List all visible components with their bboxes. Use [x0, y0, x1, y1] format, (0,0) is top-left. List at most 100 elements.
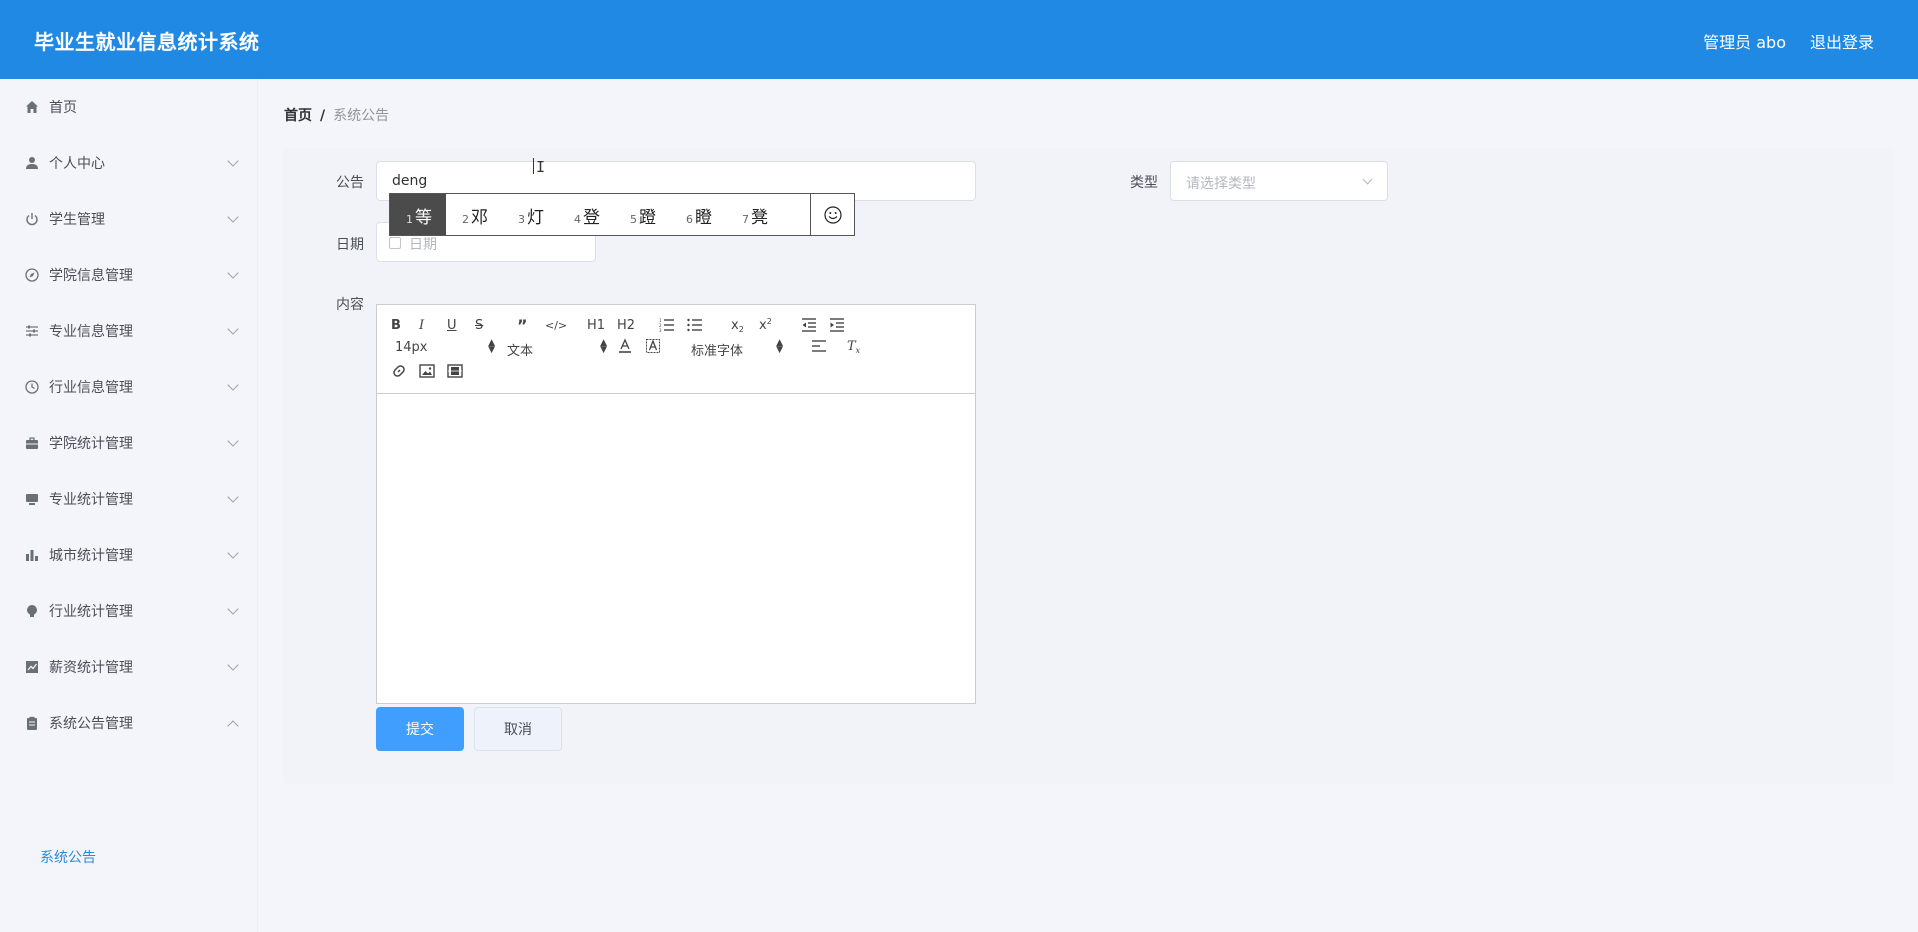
ime-candidate[interactable]: 5蹬	[614, 194, 670, 235]
calendar-icon	[389, 237, 401, 249]
text-color-icon[interactable]	[617, 336, 633, 356]
header-1-icon[interactable]: H1	[587, 315, 605, 335]
bulb-icon	[24, 603, 40, 619]
sidebar-item-label: 薪资统计管理	[49, 660, 133, 676]
ime-candidate[interactable]: 7凳	[726, 194, 782, 235]
clear-format-icon[interactable]: Tx	[847, 336, 860, 356]
sidebar-item-industry-info[interactable]: 行业信息管理	[0, 359, 258, 415]
text-caret	[533, 158, 534, 174]
sidebar-item-label: 行业统计管理	[49, 604, 133, 620]
sidebar-item-major-stats[interactable]: 专业统计管理	[0, 471, 258, 527]
clock-icon	[24, 379, 40, 395]
bar-chart-icon	[24, 547, 40, 563]
bullet-list-icon[interactable]	[687, 315, 703, 335]
emoji-icon[interactable]	[810, 194, 854, 235]
indent-icon[interactable]	[829, 315, 845, 335]
breadcrumb-separator: /	[320, 108, 326, 124]
sidebar-item-college-stats[interactable]: 学院统计管理	[0, 415, 258, 471]
logout-link[interactable]: 退出登录	[1810, 29, 1874, 53]
ime-candidate-window: 1等 2邓 3灯 4登 5蹬 6瞪 7凳	[389, 193, 855, 236]
ordered-list-icon[interactable]: 123	[659, 315, 675, 335]
link-icon[interactable]	[391, 361, 407, 381]
svg-text:3: 3	[659, 328, 662, 332]
updown-icon: ▲ ▼	[488, 338, 495, 355]
type-select[interactable]: 请选择类型	[1170, 161, 1388, 201]
sidebar-item-students[interactable]: 学生管理	[0, 191, 258, 247]
date-placeholder: 日期	[409, 237, 437, 253]
chevron-down-icon	[227, 155, 239, 167]
ime-candidate[interactable]: 3灯	[502, 194, 558, 235]
background-color-icon[interactable]	[645, 336, 661, 356]
bold-icon[interactable]: B	[391, 315, 401, 335]
chevron-down-icon	[227, 435, 239, 447]
ime-candidate[interactable]: 4登	[558, 194, 614, 235]
breadcrumb-current: 系统公告	[333, 108, 390, 124]
home-icon	[24, 99, 40, 115]
top-header: 毕业生就业信息统计系统 管理员 abo 退出登录	[0, 0, 1918, 79]
sidebar-subitem-announcement[interactable]: 系统公告	[40, 847, 96, 867]
sidebar-item-college-info[interactable]: 学院信息管理	[0, 247, 258, 303]
power-icon	[24, 211, 40, 227]
briefcase-icon	[24, 435, 40, 451]
line-chart-icon	[24, 659, 40, 675]
sidebar-item-announcement-mgmt[interactable]: 系统公告管理	[0, 695, 258, 751]
header-2-icon[interactable]: H2	[617, 315, 635, 335]
announcement-input-value: deng	[392, 173, 428, 189]
chevron-down-icon	[227, 491, 239, 503]
sidebar-item-salary-stats[interactable]: 薪资统计管理	[0, 639, 258, 695]
date-label: 日期	[336, 237, 364, 253]
code-block-icon[interactable]: </>	[545, 315, 567, 335]
sidebar-item-label: 学院统计管理	[49, 436, 133, 452]
sidebar-item-label: 学生管理	[49, 212, 105, 228]
announcement-label: 公告	[336, 175, 364, 191]
sidebar-item-personal[interactable]: 个人中心	[0, 135, 258, 191]
breadcrumb-home[interactable]: 首页	[284, 108, 312, 124]
sidebar-item-label: 专业统计管理	[49, 492, 133, 508]
ime-candidate[interactable]: 6瞪	[670, 194, 726, 235]
ime-candidate[interactable]: 1等	[390, 194, 446, 235]
user-icon	[24, 155, 40, 171]
type-select-placeholder: 请选择类型	[1186, 176, 1256, 192]
chevron-down-icon	[1362, 174, 1373, 185]
clipboard-icon	[24, 715, 40, 731]
blockquote-icon[interactable]: ”	[517, 315, 528, 335]
sidebar-item-label: 首页	[49, 100, 77, 116]
current-user[interactable]: 管理员 abo	[1703, 29, 1786, 53]
sidebar-item-city-stats[interactable]: 城市统计管理	[0, 527, 258, 583]
superscript-icon[interactable]: x2	[759, 315, 772, 335]
compass-icon	[24, 267, 40, 283]
underline-icon[interactable]: U	[447, 315, 457, 335]
chevron-down-icon	[227, 323, 239, 335]
image-icon[interactable]	[419, 361, 435, 381]
video-icon[interactable]	[447, 361, 463, 381]
align-left-icon[interactable]	[811, 336, 827, 356]
mouse-ibeam-cursor: I	[536, 158, 546, 176]
sidebar-item-label: 专业信息管理	[49, 324, 133, 340]
cancel-button[interactable]: 取消	[474, 707, 562, 751]
sidebar-item-industry-stats[interactable]: 行业统计管理	[0, 583, 258, 639]
editor-content-area[interactable]	[377, 394, 975, 703]
chevron-down-icon	[227, 211, 239, 223]
chevron-down-icon	[227, 547, 239, 559]
type-label: 类型	[1130, 175, 1158, 191]
chevron-down-icon	[227, 603, 239, 615]
app-title: 毕业生就业信息统计系统	[34, 30, 260, 54]
editor-toolbar: B I U S ” </> H1 H2 123 x2 x2 14px ▲ ▼ 文本…	[377, 305, 975, 394]
font-family-select[interactable]: 标准字体 ▲ ▼	[691, 339, 783, 360]
content-label: 内容	[336, 297, 364, 313]
strike-icon[interactable]: S	[475, 315, 483, 335]
sidebar-item-major-info[interactable]: 专业信息管理	[0, 303, 258, 359]
submit-button[interactable]: 提交	[376, 707, 464, 751]
subscript-icon[interactable]: x2	[731, 315, 744, 335]
font-size-select[interactable]: 14px ▲ ▼	[395, 338, 495, 356]
chevron-down-icon	[227, 659, 239, 671]
sidebar-item-label: 系统公告管理	[49, 716, 133, 732]
sidebar: 首页 个人中心 学生管理 学院信息管理 专业信息管理 行业信息管理 学院统计管理…	[0, 79, 258, 932]
italic-icon[interactable]: I	[419, 315, 424, 335]
sidebar-item-home[interactable]: 首页	[0, 79, 258, 135]
chevron-down-icon	[227, 379, 239, 391]
header-select[interactable]: 文本 ▲ ▼	[507, 338, 607, 360]
ime-candidate[interactable]: 2邓	[446, 194, 502, 235]
outdent-icon[interactable]	[801, 315, 817, 335]
updown-icon: ▲ ▼	[600, 338, 607, 355]
